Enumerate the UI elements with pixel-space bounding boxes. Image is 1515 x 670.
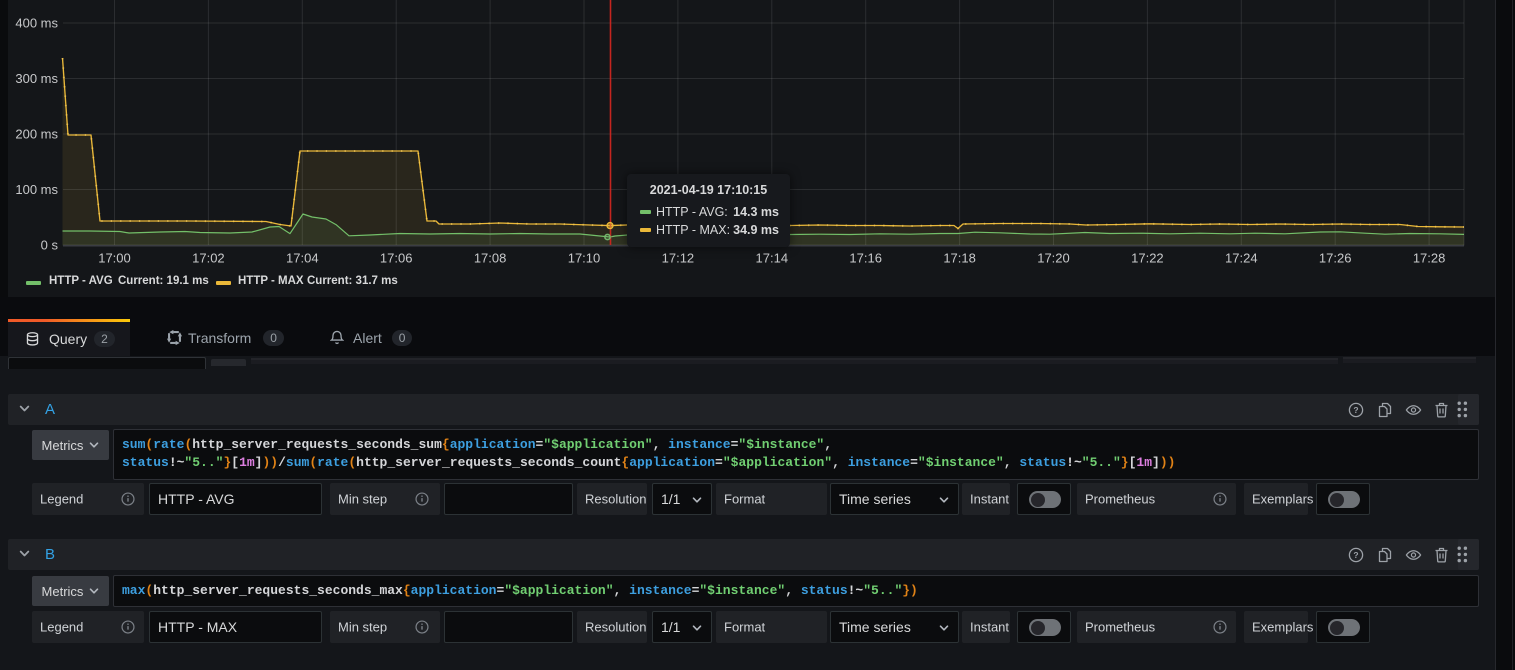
svg-text:?: ? [1353, 405, 1358, 415]
svg-text:17:02: 17:02 [192, 251, 225, 266]
svg-text:17:12: 17:12 [662, 251, 695, 266]
svg-text:17:10: 17:10 [568, 251, 601, 266]
svg-text:17:24: 17:24 [1225, 251, 1258, 266]
svg-text:17:04: 17:04 [286, 251, 319, 266]
svg-text:?: ? [1353, 550, 1358, 560]
svg-text:300 ms: 300 ms [15, 71, 58, 86]
svg-text:17:20: 17:20 [1037, 251, 1070, 266]
svg-text:17:26: 17:26 [1319, 251, 1352, 266]
svg-text:200 ms: 200 ms [15, 127, 58, 142]
svg-text:17:06: 17:06 [380, 251, 413, 266]
svg-text:17:14: 17:14 [756, 251, 789, 266]
svg-text:100 ms: 100 ms [15, 182, 58, 197]
svg-text:400 ms: 400 ms [15, 16, 58, 31]
svg-text:17:16: 17:16 [849, 251, 882, 266]
svg-text:17:18: 17:18 [943, 251, 976, 266]
svg-text:17:00: 17:00 [98, 251, 131, 266]
svg-text:17:08: 17:08 [474, 251, 507, 266]
svg-text:17:22: 17:22 [1131, 251, 1164, 266]
svg-text:17:28: 17:28 [1413, 251, 1446, 266]
svg-text:0 s: 0 s [41, 238, 59, 253]
